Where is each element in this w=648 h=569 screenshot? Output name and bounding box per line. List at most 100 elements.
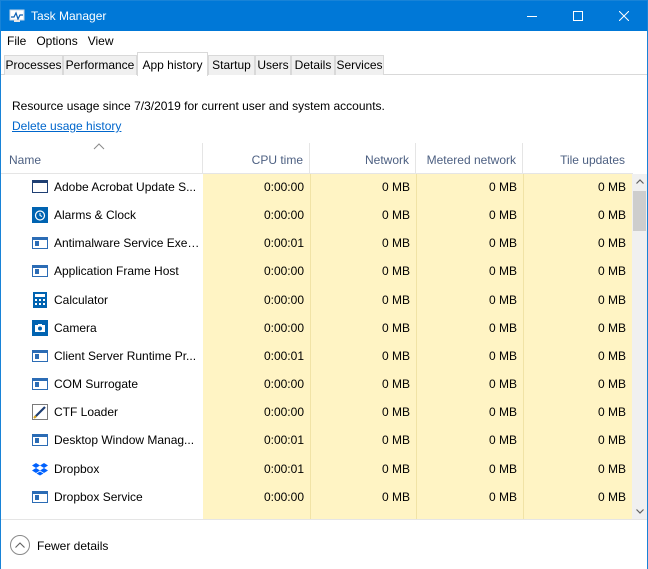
network-value: 0 MB: [381, 264, 410, 279]
table-row[interactable]: Alarms & Clock 0:00:00 0 MB 0 MB 0 MB: [1, 202, 632, 230]
network-value: 0 MB: [381, 461, 410, 476]
metered-network-value: 0 MB: [488, 180, 517, 194]
tile-updates-value: 0 MB: [597, 377, 626, 392]
minimize-button[interactable]: [509, 1, 555, 31]
app-window-icon: [32, 265, 48, 278]
app-name: Camera: [54, 320, 97, 335]
cpu-time-value: 0:00:01: [263, 433, 304, 448]
tile-updates-value: 0 MB: [597, 405, 626, 420]
cpu-time-value: 0:00:00: [263, 292, 304, 307]
cpu-time-value: 0:00:00: [263, 264, 304, 279]
network-value: 0 MB: [381, 348, 410, 363]
table-row[interactable]: Application Frame Host 0:00:00 0 MB 0 MB 0 M…: [1, 258, 632, 286]
maximize-button[interactable]: [555, 1, 601, 31]
tile-updates-value: 0 MB: [597, 208, 626, 223]
app-name: Alarms & Clock: [54, 208, 137, 223]
app-name: CTF Loader: [54, 405, 119, 420]
tile-updates-value: 0 MB: [597, 320, 626, 335]
menu-bar: File Options View: [1, 31, 647, 52]
scrollbar-thumb[interactable]: [633, 191, 646, 231]
metered-network-value: 0 MB: [488, 292, 517, 307]
column-header-name[interactable]: Name: [1, 143, 203, 173]
network-value: 0 MB: [381, 377, 410, 392]
menu-options[interactable]: Options: [31, 31, 82, 52]
column-header-network[interactable]: Network: [310, 143, 416, 173]
column-header-tile-updates[interactable]: Tile updates: [523, 143, 631, 173]
app-name: Dropbox: [54, 461, 100, 476]
scroll-up-button[interactable]: [632, 174, 647, 189]
table-row[interactable]: Desktop Window Manag... 0:00:01 0 MB 0 MB 0 …: [1, 427, 632, 455]
title-bar[interactable]: Task Manager: [1, 1, 647, 31]
pen-icon: [32, 404, 48, 421]
table-header: Name CPU time Network Metered network Ti…: [1, 143, 647, 173]
app-name: Dropbox Service: [54, 489, 143, 504]
network-value: 0 MB: [381, 489, 410, 504]
metered-network-value: 0 MB: [488, 348, 517, 363]
window-title: Task Manager: [31, 9, 107, 23]
app-window-icon: [32, 237, 48, 250]
table-row[interactable]: Calculator 0:00:00 0 MB 0 MB 0 MB: [1, 287, 632, 315]
metered-network-value: 0 MB: [488, 377, 517, 392]
table-row[interactable]: Camera 0:00:00 0 MB 0 MB 0 MB: [1, 315, 632, 343]
table-row[interactable]: Dropbox 0:00:01 0 MB 0 MB 0 MB: [1, 456, 632, 484]
metered-network-value: 0 MB: [488, 320, 517, 335]
cpu-time-value: 0:00:00: [263, 377, 304, 392]
table-row[interactable]: Client Server Runtime Pr... 0:00:01 0 MB 0 …: [1, 343, 632, 371]
window-frame-icon: [32, 180, 48, 193]
tab-app-history[interactable]: App history: [137, 52, 208, 76]
tile-updates-value: 0 MB: [597, 264, 626, 279]
app-name: Application Frame Host: [54, 264, 179, 279]
app-name: Client Server Runtime Pr...: [54, 348, 197, 363]
tab-processes[interactable]: Processes: [4, 55, 63, 75]
resource-usage-text: Resource usage since 7/3/2019 for curren…: [12, 99, 385, 113]
tab-services[interactable]: Services: [335, 55, 384, 75]
tab-details[interactable]: Details: [291, 55, 335, 75]
vertical-scrollbar[interactable]: [632, 174, 647, 519]
tile-updates-value: 0 MB: [597, 433, 626, 448]
table-row[interactable]: COM Surrogate 0:00:00 0 MB 0 MB 0 MB: [1, 371, 632, 399]
scroll-down-button[interactable]: [632, 504, 647, 519]
network-value: 0 MB: [381, 405, 410, 420]
tab-users[interactable]: Users: [255, 55, 291, 75]
column-header-metered-network[interactable]: Metered network: [416, 143, 523, 173]
table-row[interactable]: Dropbox Service 0:00:00 0 MB 0 MB 0 MB: [1, 484, 632, 512]
app-window-icon: [32, 490, 48, 503]
column-header-cpu-time[interactable]: CPU time: [203, 143, 310, 173]
fewer-details-label[interactable]: Fewer details: [37, 539, 108, 553]
camera-icon: [32, 319, 48, 336]
metered-network-value: 0 MB: [488, 461, 517, 476]
task-manager-window: Task Manager File Options View Processes…: [0, 0, 648, 569]
fewer-details-button[interactable]: [10, 535, 30, 555]
tile-updates-value: 0 MB: [597, 180, 626, 194]
tile-updates-value: 0 MB: [597, 236, 626, 251]
tab-startup[interactable]: Startup: [208, 55, 255, 75]
metered-network-value: 0 MB: [488, 236, 517, 251]
table-row[interactable]: Antimalware Service Exec... 0:00:01 0 MB 0 …: [1, 230, 632, 258]
cpu-time-value: 0:00:00: [263, 405, 304, 420]
network-value: 0 MB: [381, 236, 410, 251]
app-name: Calculator: [54, 292, 109, 307]
footer: Fewer details: [1, 520, 647, 569]
menu-view[interactable]: View: [83, 31, 119, 52]
tile-updates-value: 0 MB: [597, 292, 626, 307]
table-row[interactable]: Adobe Acrobat Update S... 0:00:00 0 MB 0 MB…: [1, 174, 632, 202]
cpu-time-value: 0:00:01: [263, 348, 304, 363]
tile-updates-value: 0 MB: [597, 348, 626, 363]
delete-usage-history-link[interactable]: Delete usage history: [12, 119, 121, 133]
app-window-icon: [32, 378, 48, 391]
app-window-icon: [32, 349, 48, 362]
metered-network-value: 0 MB: [488, 489, 517, 504]
metered-network-value: 0 MB: [488, 433, 517, 448]
menu-file[interactable]: File: [2, 31, 31, 52]
tab-performance[interactable]: Performance: [63, 55, 137, 75]
scroll-up-arrow-icon: [635, 179, 644, 184]
cpu-time-value: 0:00:00: [263, 489, 304, 504]
close-button[interactable]: [601, 1, 647, 31]
tab-bar: Processes Performance App history Startu…: [1, 52, 647, 76]
metered-network-value: 0 MB: [488, 405, 517, 420]
table-row[interactable]: CTF Loader 0:00:00 0 MB 0 MB 0 MB: [1, 399, 632, 427]
app-window-icon: [32, 434, 48, 447]
dropbox-icon: [32, 462, 48, 475]
network-value: 0 MB: [381, 292, 410, 307]
cpu-time-value: 0:00:00: [263, 320, 304, 335]
